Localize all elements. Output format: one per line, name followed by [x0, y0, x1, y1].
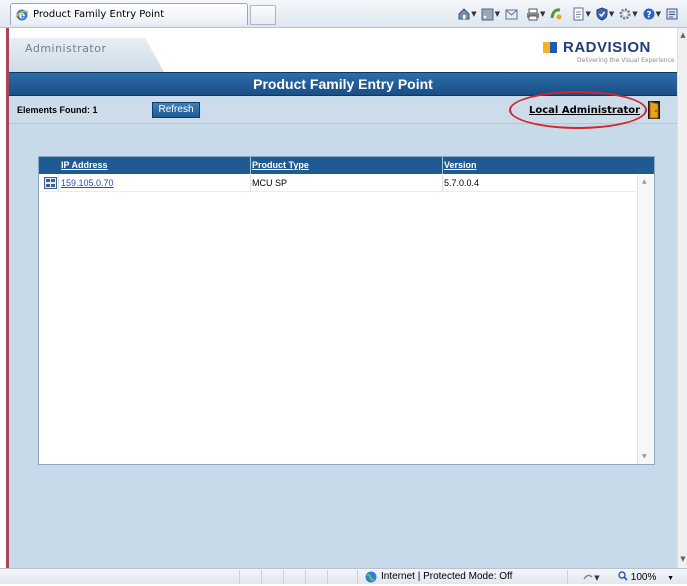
scroll-down-arrow-icon[interactable]: ▼	[679, 554, 687, 564]
browser-tab[interactable]: e Product Family Entry Point	[10, 3, 248, 25]
devices-table: IP Address Product Type Version 159.105.…	[38, 156, 655, 465]
page-content: Administrator RADVISION Delivering the V…	[9, 28, 677, 568]
new-tab-button[interactable]	[250, 5, 276, 25]
svg-text:▼: ▼	[594, 574, 600, 582]
status-cell	[306, 570, 328, 584]
page-title: Product Family Entry Point	[9, 72, 677, 96]
column-header-product-type[interactable]: Product Type	[252, 160, 309, 170]
table-row[interactable]: 159.105.0.70 MCU SP 5.7.0.0.4	[40, 175, 636, 192]
zoom-dropdown-icon[interactable]: ▼	[667, 575, 674, 582]
administrator-tab-label: Administrator	[25, 42, 107, 55]
product-type-cell: MCU SP	[252, 178, 288, 188]
column-header-version[interactable]: Version	[444, 160, 477, 170]
status-cell	[358, 570, 568, 584]
status-cell	[328, 570, 358, 584]
logo-tagline: Delivering the Visual Experience	[577, 57, 675, 64]
radvision-logo: RADVISION Delivering the Visual Experien…	[541, 39, 675, 68]
toolbar: Elements Found: 1 Refresh Local Administ…	[9, 97, 677, 124]
command-bar: ▼ ▼ ▼ ▼ ▼ ▼ ? ▼	[453, 6, 683, 22]
safety-icon[interactable]	[545, 6, 567, 22]
zoom-control[interactable]: 100% ▼	[618, 571, 674, 583]
column-divider	[442, 157, 443, 174]
protected-mode-icon[interactable]: ▼	[582, 571, 602, 585]
ip-address-link[interactable]: 159.105.0.70	[61, 178, 114, 188]
status-cell	[262, 570, 284, 584]
logo-mark-icon	[543, 42, 557, 53]
elements-found-label: Elements Found: 1	[17, 105, 98, 115]
browser-tab-strip: e Product Family Entry Point ▼ ▼ ▼ ▼ ▼ ▼…	[0, 0, 687, 28]
logo-wordmark: RADVISION	[563, 39, 651, 56]
zoom-icon	[618, 571, 628, 581]
status-cell	[284, 570, 306, 584]
zoom-level: 100%	[630, 572, 657, 583]
mcu-device-icon	[44, 177, 57, 189]
status-cell	[0, 570, 240, 584]
table-scroll-down-icon[interactable]: ▼	[642, 453, 647, 460]
browser-tab-title: Product Family Entry Point	[33, 9, 165, 20]
research-icon[interactable]	[661, 6, 683, 22]
page-header: Administrator RADVISION Delivering the V…	[9, 28, 677, 72]
status-bar: Internet | Protected Mode: Off ▼ 100% ▼	[0, 568, 687, 584]
scroll-up-arrow-icon[interactable]: ▲	[679, 30, 687, 40]
row-divider	[250, 175, 251, 192]
ie-logo-icon: e	[15, 8, 29, 22]
left-frame-border	[0, 28, 9, 568]
local-administrator-link[interactable]: Local Administrator	[529, 105, 640, 116]
row-divider	[58, 175, 59, 192]
refresh-button[interactable]: Refresh	[152, 102, 200, 118]
column-header-ip-address[interactable]: IP Address	[61, 160, 108, 170]
column-divider	[250, 157, 251, 174]
table-scrollbar[interactable]: ▲ ▼	[637, 175, 654, 464]
page-scrollbar[interactable]: ▲ ▼	[677, 28, 687, 568]
status-cell	[240, 570, 262, 584]
row-divider	[442, 175, 443, 192]
mail-icon[interactable]	[500, 6, 522, 22]
logout-door-icon[interactable]	[647, 100, 661, 120]
table-header: IP Address Product Type Version	[39, 157, 654, 174]
svg-text:?: ?	[646, 11, 651, 21]
version-cell: 5.7.0.0.4	[444, 178, 480, 188]
table-scroll-up-icon[interactable]: ▲	[642, 178, 647, 185]
